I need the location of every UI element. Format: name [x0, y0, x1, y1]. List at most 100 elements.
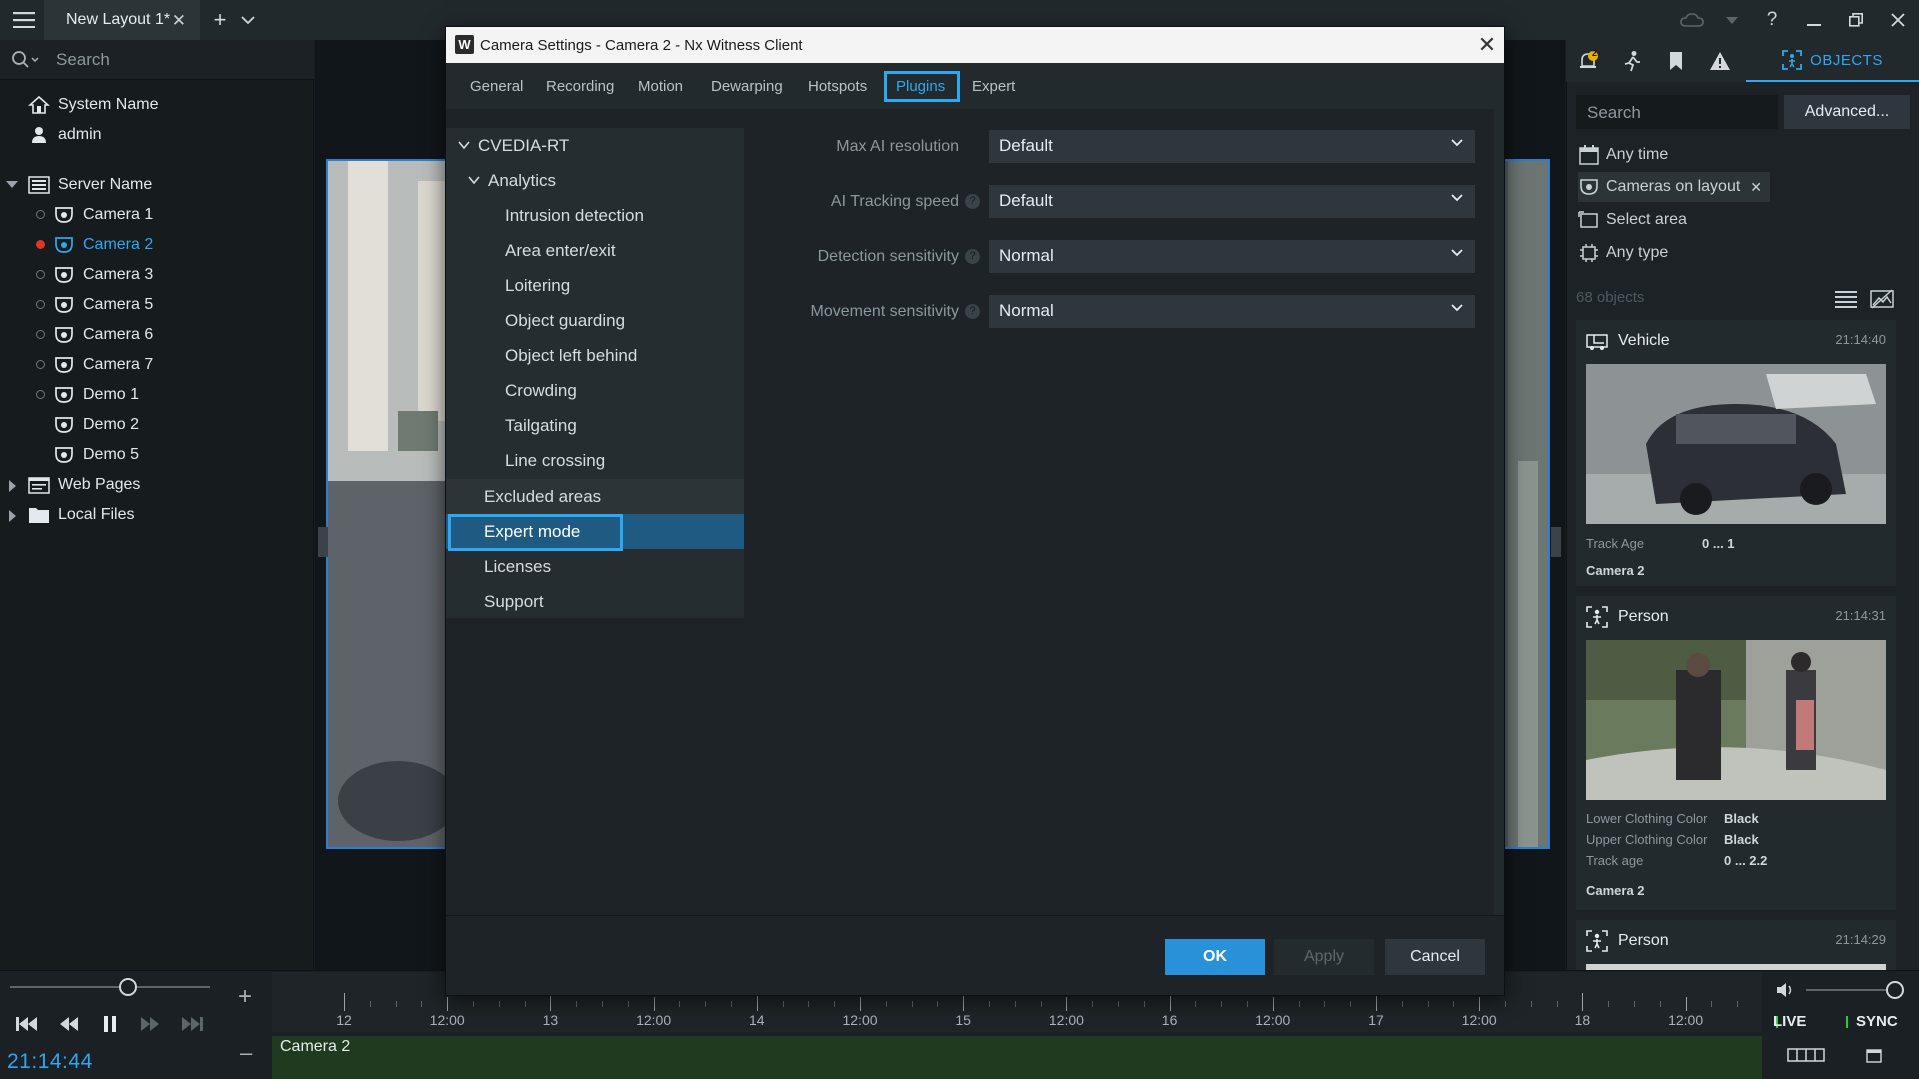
tab-motion[interactable]: Motion — [638, 63, 683, 109]
setting-select[interactable]: Normal — [989, 240, 1475, 273]
camera-icon — [55, 267, 73, 283]
filter-cameras[interactable]: Cameras on layout ✕ — [1578, 172, 1771, 202]
tree-analytics-item[interactable]: Area enter/exit — [446, 233, 744, 268]
help-icon[interactable]: ? — [965, 304, 980, 320]
ok-button[interactable]: OK — [1165, 939, 1265, 975]
thumbnails-button[interactable] — [1787, 1048, 1825, 1062]
calendar-button[interactable] — [1866, 1047, 1882, 1063]
tree-system[interactable]: System Name — [28, 90, 158, 120]
dialog-close-button[interactable]: ✕ — [1473, 31, 1501, 59]
main-menu-button[interactable] — [4, 0, 44, 40]
tree-analytics-item[interactable]: Tailgating — [446, 408, 744, 443]
remove-filter-icon[interactable]: ✕ — [1750, 179, 1762, 196]
tree-camera-item[interactable]: Camera 6 — [53, 320, 153, 350]
fast-forward-button[interactable] — [135, 1012, 165, 1036]
events-tab[interactable] — [1698, 40, 1742, 82]
filter-time[interactable]: Any time — [1578, 140, 1668, 170]
volume-button[interactable] — [1776, 982, 1796, 998]
tree-analytics-item[interactable]: Loitering — [446, 268, 744, 303]
left-panel-collapse-handle[interactable] — [318, 527, 328, 557]
tree-user[interactable]: admin — [28, 120, 102, 150]
object-card-person[interactable]: Person 21:14:31 Lower Clothing Color Bla… — [1576, 596, 1896, 910]
filter-area[interactable]: Select area — [1578, 205, 1687, 235]
filter-type[interactable]: Any type — [1578, 238, 1668, 268]
setting-select[interactable]: Default — [989, 185, 1475, 218]
web-pages-expand-icon[interactable] — [8, 480, 17, 492]
restore-button[interactable] — [1836, 0, 1876, 40]
close-window-button[interactable] — [1878, 0, 1918, 40]
cancel-button[interactable]: Cancel — [1385, 939, 1485, 975]
tree-cvedia-rt[interactable]: CVEDIA-RT — [446, 128, 744, 163]
tree-camera-item[interactable]: Camera 7 — [53, 350, 153, 380]
zoom-in-button[interactable]: + — [238, 983, 252, 1011]
tab-expert[interactable]: Expert — [972, 63, 1015, 109]
dialog-title-bar[interactable]: Camera Settings - Camera 2 - Nx Witness … — [446, 27, 1504, 63]
jump-end-button[interactable] — [177, 1012, 207, 1036]
search-input[interactable]: Search — [56, 50, 110, 70]
live-button[interactable]: LIVE — [1773, 1013, 1806, 1030]
tree-camera-item[interactable]: Camera 3 — [53, 260, 153, 290]
tree-analytics-item[interactable]: Line crossing — [446, 443, 744, 478]
tree-web-pages[interactable]: Web Pages — [28, 470, 140, 500]
server-expand-icon[interactable] — [6, 180, 18, 189]
local-files-expand-icon[interactable] — [8, 510, 17, 522]
tree-analytics-item[interactable]: Crowding — [446, 373, 744, 408]
layout-tab[interactable]: New Layout 1* ✕ — [44, 0, 200, 40]
setting-select[interactable]: Normal — [989, 295, 1475, 328]
object-card-person-2[interactable]: Person 21:14:29 — [1576, 920, 1896, 970]
web-pages-icon — [28, 477, 50, 494]
tree-camera-item[interactable]: Camera 1 — [53, 200, 153, 230]
tree-camera-item[interactable]: Demo 5 — [53, 440, 139, 470]
tree-analytics-item[interactable]: Object left behind — [446, 338, 744, 373]
tab-hotspots[interactable]: Hotspots — [808, 63, 867, 109]
close-layout-tab-icon[interactable]: ✕ — [172, 11, 186, 31]
notifications-tab[interactable]: 2 — [1566, 40, 1610, 82]
sync-button[interactable]: SYNC — [1856, 1013, 1898, 1030]
objects-tab[interactable]: OBJECTS — [1746, 40, 1919, 82]
speed-slider-handle[interactable] — [119, 978, 137, 996]
help-icon[interactable]: ? — [965, 249, 980, 265]
tree-server[interactable]: Server Name — [28, 170, 152, 200]
speed-slider-track[interactable] — [10, 986, 210, 988]
right-panel-collapse-handle[interactable] — [1551, 527, 1561, 557]
tree-licenses[interactable]: Licenses — [446, 549, 744, 584]
help-icon[interactable]: ? — [965, 194, 980, 210]
motion-tab[interactable] — [1610, 40, 1654, 82]
tree-analytics-item[interactable]: Intrusion detection — [446, 198, 744, 233]
tree-support[interactable]: Support — [446, 584, 744, 619]
tree-camera-item[interactable]: Demo 2 — [53, 410, 139, 440]
tree-local-files[interactable]: Local Files — [28, 500, 134, 530]
resource-search[interactable]: Search — [0, 40, 314, 80]
tab-recording[interactable]: Recording — [546, 63, 614, 109]
tree-excluded-areas[interactable]: Excluded areas — [446, 479, 744, 514]
jump-start-button[interactable] — [12, 1012, 42, 1036]
rewind-button[interactable] — [54, 1012, 84, 1036]
zoom-out-button[interactable]: – — [240, 1040, 252, 1066]
bookmarks-tab[interactable] — [1654, 40, 1698, 82]
object-card-vehicle[interactable]: Vehicle 21:14:40 Track Age 0 ... 1 Camer… — [1576, 320, 1896, 586]
tree-analytics[interactable]: Analytics — [446, 163, 744, 198]
minimize-button[interactable] — [1794, 0, 1834, 40]
setting-select[interactable]: Default — [989, 130, 1475, 163]
tab-list-button[interactable] — [228, 0, 268, 40]
tree-analytics-item[interactable]: Object guarding — [446, 303, 744, 338]
cloud-button[interactable] — [1670, 0, 1714, 40]
volume-slider-handle[interactable] — [1886, 981, 1904, 999]
apply-button[interactable]: Apply — [1274, 939, 1374, 975]
settings-scrollbar[interactable] — [1494, 109, 1504, 915]
objects-search-input[interactable]: Search — [1576, 95, 1778, 129]
tab-dewarping[interactable]: Dewarping — [711, 63, 783, 109]
pause-button[interactable] — [95, 1012, 125, 1036]
thumbnails-toggle-button[interactable] — [1870, 289, 1894, 309]
tree-camera-item[interactable]: Camera 5 — [53, 290, 153, 320]
tree-camera-item[interactable]: Camera 2 — [53, 230, 153, 260]
list-view-button[interactable] — [1835, 290, 1857, 308]
tab-general[interactable]: General — [470, 63, 523, 109]
setting-label: Movement sensitivity? — [750, 303, 980, 321]
help-button[interactable]: ? — [1752, 0, 1792, 40]
volume-slider[interactable] — [1806, 989, 1896, 991]
camera-timeline-strip[interactable]: Camera 2 — [272, 1036, 1762, 1079]
tree-camera-item[interactable]: Demo 1 — [53, 380, 139, 410]
advanced-search-button[interactable]: Advanced... — [1784, 95, 1910, 129]
cloud-menu-button[interactable] — [1712, 0, 1752, 40]
